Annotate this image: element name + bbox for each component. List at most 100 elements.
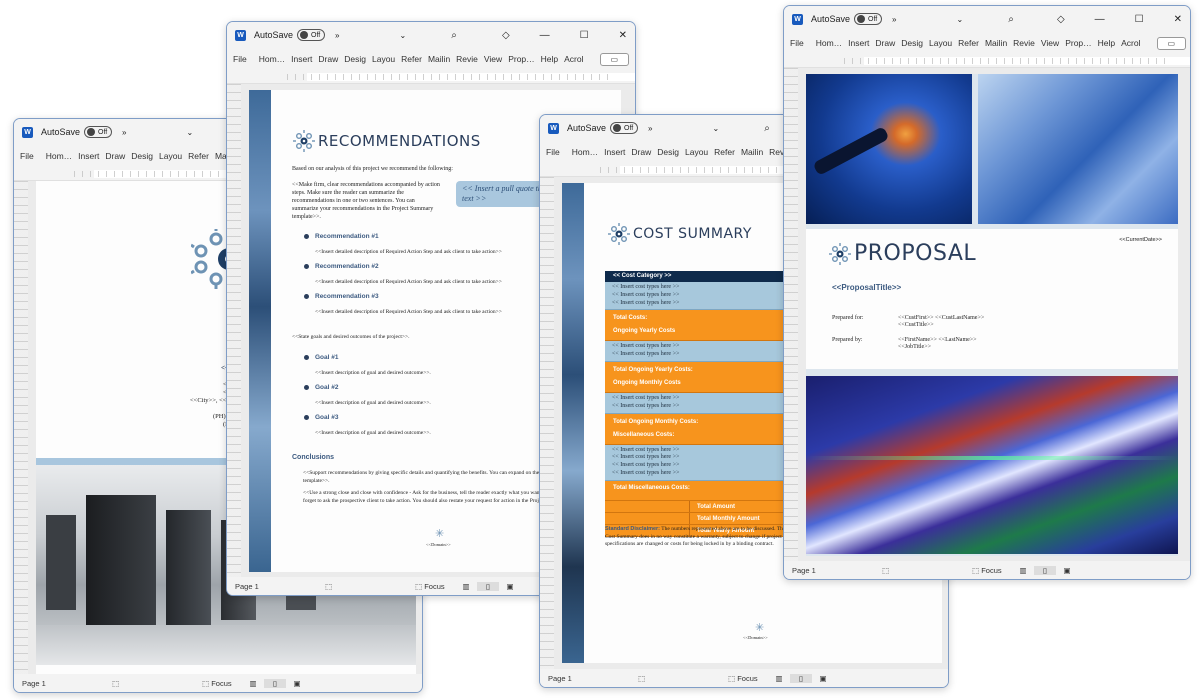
read-mode-icon[interactable]: ▥ <box>242 679 264 688</box>
tab-design[interactable]: Desig <box>131 151 153 161</box>
vertical-ruler[interactable] <box>784 68 798 561</box>
vertical-ruler[interactable] <box>14 181 28 674</box>
maximize-button[interactable]: ☐ <box>1135 14 1144 25</box>
ongoing-yearly-total-row: Total Ongoing Yearly Costs: Ongoing Mont… <box>605 361 795 393</box>
focus-button[interactable]: ⬚ Focus <box>728 674 768 683</box>
tab-references[interactable]: Refer <box>401 54 422 64</box>
tab-home[interactable]: Hom… <box>572 147 598 157</box>
comments-button[interactable]: ▭ <box>599 52 630 66</box>
tab-design[interactable]: Desig <box>344 54 366 64</box>
tab-references[interactable]: Refer <box>714 147 735 157</box>
focus-button[interactable]: ⬚ Focus <box>415 582 455 591</box>
more-commands-icon[interactable]: » <box>648 124 652 133</box>
tab-acrobat[interactable]: Acrol <box>564 54 583 64</box>
print-layout-icon[interactable]: ▯ <box>264 678 286 688</box>
tab-design[interactable]: Desig <box>901 38 923 48</box>
accessibility-icon[interactable]: ⬚ <box>112 679 202 688</box>
tab-view[interactable]: View <box>1041 38 1059 48</box>
print-layout-icon[interactable]: ▯ <box>790 673 812 683</box>
tab-references[interactable]: Refer <box>188 151 209 161</box>
web-layout-icon[interactable]: ▣ <box>1056 566 1078 575</box>
tab-file[interactable]: File <box>20 151 34 161</box>
tab-layout[interactable]: Layou <box>372 54 395 64</box>
vertical-ruler[interactable] <box>540 177 554 669</box>
minimize-button[interactable]: — <box>1095 14 1105 25</box>
close-button[interactable]: ✕ <box>619 30 627 41</box>
page-indicator[interactable]: Page 1 <box>548 674 638 683</box>
minimize-button[interactable]: — <box>540 30 550 41</box>
tab-help[interactable]: Help <box>541 54 558 64</box>
web-layout-icon[interactable]: ▣ <box>286 679 308 688</box>
print-layout-icon[interactable]: ▯ <box>1034 565 1056 575</box>
chevron-down-icon[interactable]: ⌄ <box>956 15 963 24</box>
read-mode-icon[interactable]: ▥ <box>455 582 477 591</box>
tab-mailings[interactable]: Mailin <box>985 38 1007 48</box>
tab-layout[interactable]: Layou <box>929 38 952 48</box>
bullet-icon <box>304 355 309 360</box>
datacenter-light-trails-image <box>806 376 1178 554</box>
accessibility-icon[interactable]: ⬚ <box>638 674 728 683</box>
search-icon[interactable]: ⌕ <box>451 30 457 41</box>
tab-draw[interactable]: Draw <box>631 147 651 157</box>
chevron-down-icon[interactable]: ⌄ <box>712 124 719 133</box>
chevron-down-icon[interactable]: ⌄ <box>399 31 406 40</box>
autosave-toggle[interactable]: Off <box>854 13 883 25</box>
tab-layout[interactable]: Layou <box>159 151 182 161</box>
page-indicator[interactable]: Page 1 <box>22 679 112 688</box>
search-icon[interactable]: ⌕ <box>1008 14 1014 25</box>
autosave-toggle[interactable]: Off <box>84 126 113 138</box>
tab-references[interactable]: Refer <box>958 38 979 48</box>
page-indicator[interactable]: Page 1 <box>235 582 325 591</box>
tab-mailings[interactable]: Mailin <box>741 147 763 157</box>
tab-view[interactable]: View <box>484 54 502 64</box>
accessibility-icon[interactable]: ⬚ <box>325 582 415 591</box>
accessibility-icon[interactable]: ⬚ <box>882 566 972 575</box>
tab-design[interactable]: Desig <box>657 147 679 157</box>
read-mode-icon[interactable]: ▥ <box>768 674 790 683</box>
comments-button[interactable]: ▭ <box>1156 36 1187 50</box>
tab-home[interactable]: Hom… <box>46 151 72 161</box>
web-layout-icon[interactable]: ▣ <box>499 582 521 591</box>
focus-button[interactable]: ⬚ Focus <box>972 566 1012 575</box>
tab-acrobat[interactable]: Acrol <box>1121 38 1140 48</box>
tab-insert[interactable]: Insert <box>848 38 869 48</box>
tab-properties[interactable]: Prop… <box>1065 38 1091 48</box>
tab-layout[interactable]: Layou <box>685 147 708 157</box>
tab-help[interactable]: Help <box>1098 38 1115 48</box>
tab-home[interactable]: Hom… <box>259 54 285 64</box>
autosave-toggle[interactable]: Off <box>297 29 326 41</box>
tab-file[interactable]: File <box>546 147 560 157</box>
tab-review[interactable]: Revie <box>456 54 478 64</box>
tab-draw[interactable]: Draw <box>875 38 895 48</box>
close-button[interactable]: ✕ <box>1174 14 1182 25</box>
conclusions-heading: Conclusions <box>292 454 335 461</box>
more-commands-icon[interactable]: » <box>122 128 126 137</box>
search-icon[interactable]: ⌕ <box>764 123 770 134</box>
diamond-icon[interactable]: ◇ <box>502 30 510 41</box>
horizontal-ruler[interactable] <box>784 54 1190 68</box>
tab-insert[interactable]: Insert <box>291 54 312 64</box>
page-indicator[interactable]: Page 1 <box>792 566 882 575</box>
tab-properties[interactable]: Prop… <box>508 54 534 64</box>
tab-home[interactable]: Hom… <box>816 38 842 48</box>
more-commands-icon[interactable]: » <box>335 31 339 40</box>
vertical-ruler[interactable] <box>227 84 241 577</box>
tab-insert[interactable]: Insert <box>78 151 99 161</box>
diamond-icon[interactable]: ◇ <box>1057 14 1065 25</box>
tab-draw[interactable]: Draw <box>105 151 125 161</box>
print-layout-icon[interactable]: ▯ <box>477 581 499 591</box>
tab-insert[interactable]: Insert <box>604 147 625 157</box>
tab-file[interactable]: File <box>233 54 247 64</box>
web-layout-icon[interactable]: ▣ <box>812 674 834 683</box>
tab-file[interactable]: File <box>790 38 804 48</box>
tab-mailings[interactable]: Mailin <box>428 54 450 64</box>
maximize-button[interactable]: ☐ <box>580 30 589 41</box>
tab-draw[interactable]: Draw <box>318 54 338 64</box>
focus-button[interactable]: ⬚ Focus <box>202 679 242 688</box>
autosave-toggle[interactable]: Off <box>610 122 639 134</box>
read-mode-icon[interactable]: ▥ <box>1012 566 1034 575</box>
tab-review[interactable]: Revie <box>1013 38 1035 48</box>
more-commands-icon[interactable]: » <box>892 15 896 24</box>
horizontal-ruler[interactable] <box>227 70 635 84</box>
chevron-down-icon[interactable]: ⌄ <box>186 128 193 137</box>
